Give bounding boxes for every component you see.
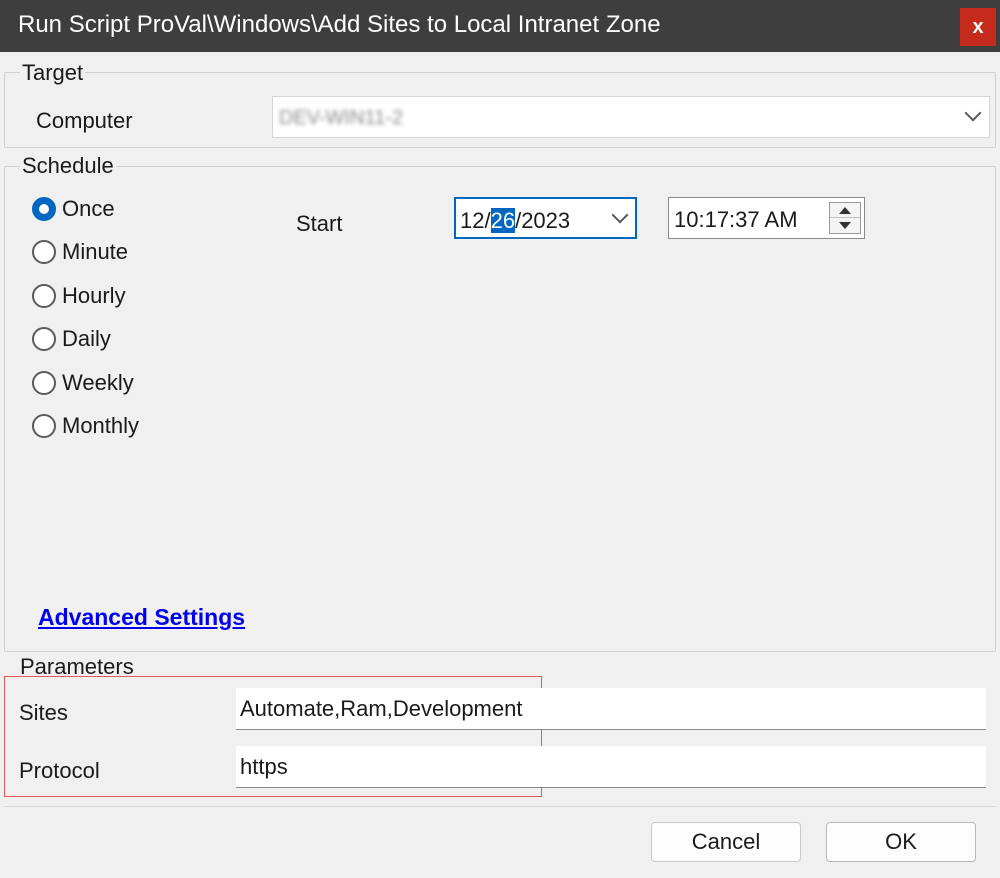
close-icon: x [972, 15, 984, 38]
protocol-label: Protocol [19, 758, 100, 783]
time-spinner[interactable] [829, 202, 861, 234]
radio-selected-icon [32, 197, 56, 221]
ok-button-label: OK [885, 829, 917, 854]
target-legend: Target [20, 60, 86, 86]
title-bar: Run Script ProVal\Windows\Add Sites to L… [0, 0, 1000, 52]
chevron-down-icon[interactable] [611, 206, 629, 224]
radio-daily-label: Daily [62, 326, 111, 351]
radio-minute[interactable]: Minute [32, 239, 128, 265]
computer-value: DEV-WIN11-2 [279, 107, 404, 129]
radio-icon [32, 371, 56, 395]
radio-weekly[interactable]: Weekly [32, 370, 134, 396]
date-month: 12/ [460, 208, 491, 233]
radio-monthly[interactable]: Monthly [32, 413, 139, 439]
radio-monthly-label: Monthly [62, 413, 140, 438]
arrow-up-icon [839, 206, 851, 214]
radio-icon [32, 414, 56, 438]
chevron-down-icon [964, 104, 982, 122]
start-label: Start [296, 211, 343, 236]
sites-input[interactable] [236, 688, 986, 730]
date-year: /2023 [515, 208, 571, 233]
radio-icon [32, 327, 56, 351]
radio-daily[interactable]: Daily [32, 326, 111, 352]
radio-hourly[interactable]: Hourly [32, 283, 126, 309]
close-button[interactable]: x [960, 8, 996, 46]
run-script-dialog: Run Script ProVal\Windows\Add Sites to L… [0, 0, 1000, 878]
spin-up-button[interactable] [830, 203, 860, 218]
computer-label: Computer [36, 108, 133, 133]
schedule-legend: Schedule [20, 153, 116, 179]
date-day-selected[interactable]: 26 [490, 208, 516, 233]
start-time-value: 10:17:37 AM [674, 207, 798, 232]
footer-divider [4, 806, 996, 807]
radio-weekly-label: Weekly [62, 370, 134, 395]
sites-label: Sites [19, 700, 68, 725]
arrow-down-icon [839, 222, 851, 229]
radio-minute-label: Minute [62, 239, 129, 264]
radio-hourly-label: Hourly [62, 283, 126, 308]
cancel-button-label: Cancel [691, 829, 761, 854]
radio-once-label: Once [62, 196, 115, 221]
start-time-picker[interactable]: 10:17:37 AM [668, 197, 865, 239]
ok-button[interactable]: OK [826, 822, 976, 862]
start-date-value: 12/26/2023 [460, 208, 570, 234]
cancel-button[interactable]: Cancel [651, 822, 801, 862]
radio-icon [32, 240, 56, 264]
advanced-settings-link[interactable]: Advanced Settings [38, 604, 245, 631]
spin-down-button[interactable] [830, 218, 860, 233]
radio-once[interactable]: Once [32, 196, 115, 222]
computer-select[interactable]: DEV-WIN11-2 [272, 96, 990, 138]
dialog-title: Run Script ProVal\Windows\Add Sites to L… [18, 11, 661, 38]
radio-icon [32, 284, 56, 308]
protocol-input[interactable] [236, 746, 986, 788]
start-date-picker[interactable]: 12/26/2023 [454, 197, 637, 239]
